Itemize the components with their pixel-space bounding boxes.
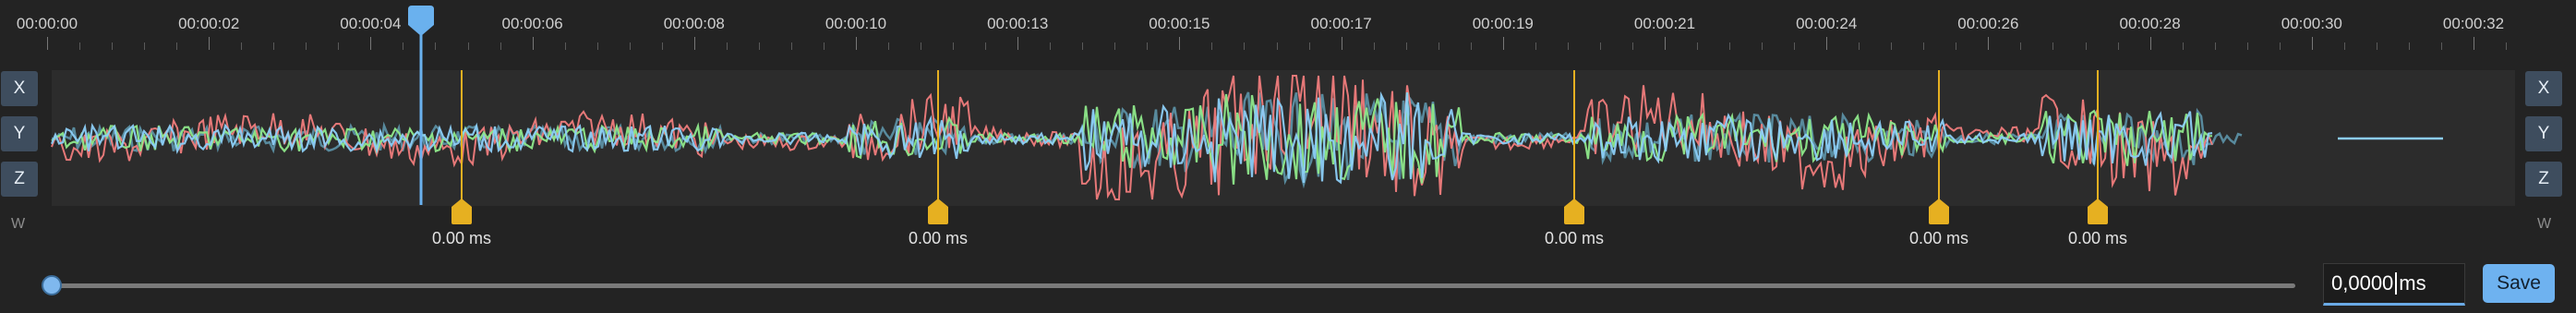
marker-label: 0.00 ms [908,229,969,247]
marker-label: 0.00 ms [1908,229,1969,247]
offset-unit: ms [2399,271,2426,295]
text-cursor [2395,272,2398,295]
marker-pin-icon[interactable] [1564,199,1584,224]
marker-pin-icon[interactable] [2088,199,2108,224]
marker-label: 0.00 ms [431,229,492,247]
offset-slider-handle[interactable] [42,275,62,295]
marker-label: 0.00 ms [1544,229,1605,247]
offset-slider-track[interactable] [52,283,2295,288]
offset-value: 0,0000 [2331,271,2394,295]
marker-label: 0.00 ms [2067,229,2128,247]
offset-ms-input[interactable]: 0,0000 ms [2323,263,2465,306]
save-button[interactable]: Save [2483,264,2555,303]
marker-pin-icon[interactable] [451,199,472,224]
marker-pin-icon[interactable] [1929,199,1949,224]
waveform-overlay [50,6,2443,224]
playhead-icon[interactable] [408,6,434,36]
marker-pin-icon[interactable] [928,199,948,224]
